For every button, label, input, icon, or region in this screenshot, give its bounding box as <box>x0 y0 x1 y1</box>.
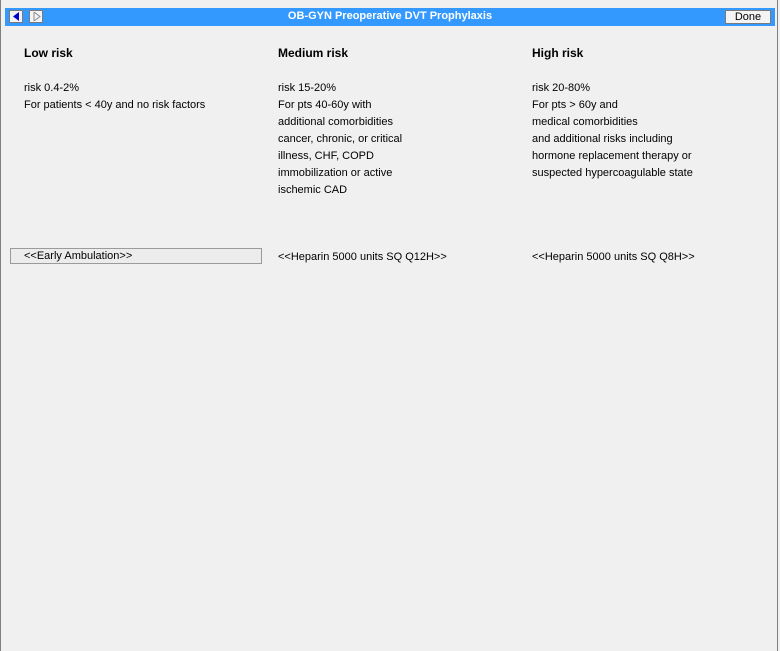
low-risk-heading: Low risk <box>24 46 73 60</box>
high-risk-line: risk 20-80% <box>532 82 591 94</box>
medium-risk-line: cancer, chronic, or critical <box>278 133 403 145</box>
heparin-q12h-link[interactable]: <<Heparin 5000 units SQ Q12H>> <box>278 249 447 265</box>
low-risk-line: risk 0.4-2% <box>24 82 80 94</box>
medium-risk-line: illness, CHF, COPD <box>278 150 374 162</box>
high-risk-line: hormone replacement therapy or <box>532 150 692 162</box>
high-risk-heading: High risk <box>532 46 584 60</box>
high-risk-line: For pts > 60y and <box>532 99 618 111</box>
title-bar: OB-GYN Preoperative DVT Prophylaxis Done <box>5 8 775 26</box>
high-risk-line: and additional risks including <box>532 133 673 145</box>
heparin-q8h-link[interactable]: <<Heparin 5000 units SQ Q8H>> <box>532 249 695 265</box>
low-risk-column: Low risk risk 0.4-2% For patients < 40y … <box>24 46 264 114</box>
medium-risk-line: risk 15-20% <box>278 82 337 94</box>
medium-risk-line: additional comorbidities <box>278 116 393 128</box>
medium-risk-line: ischemic CAD <box>278 184 348 196</box>
medium-risk-heading: Medium risk <box>278 46 349 60</box>
done-button[interactable]: Done <box>725 10 771 24</box>
dvt-prophylaxis-window: OB-GYN Preoperative DVT Prophylaxis Done… <box>0 0 778 651</box>
early-ambulation-button[interactable]: <<Early Ambulation>> <box>10 248 262 264</box>
low-risk-line: For patients < 40y and no risk factors <box>24 99 206 111</box>
high-risk-column: High risk risk 20-80% For pts > 60y and … <box>532 46 772 182</box>
high-risk-line: medical comorbidities <box>532 116 638 128</box>
medium-risk-line: immobilization or active <box>278 167 393 179</box>
high-risk-line: suspected hypercoagulable state <box>532 167 693 179</box>
medium-risk-line: For pts 40-60y with <box>278 99 372 111</box>
window-title: OB-GYN Preoperative DVT Prophylaxis <box>287 10 493 22</box>
medium-risk-column: Medium risk risk 15-20% For pts 40-60y w… <box>278 46 518 199</box>
